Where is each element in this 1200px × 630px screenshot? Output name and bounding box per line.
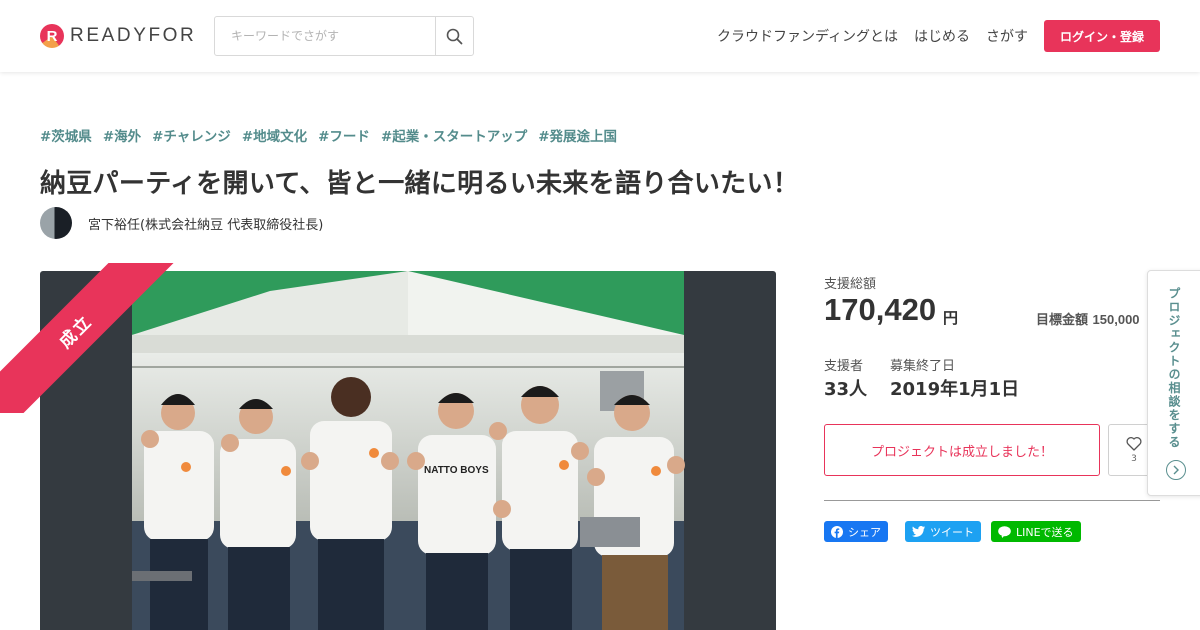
goal-amount: 目標金額 150,000 (1036, 309, 1140, 328)
project-title: 納豆パーティを開いて、皆と一緒に明るい未来を語り合いたい！ (40, 169, 800, 199)
supporters-label: 支援者 (824, 359, 864, 374)
tag-link[interactable]: #フード (318, 125, 370, 145)
shirt-text: NATTO BOYS (424, 465, 489, 476)
twitter-icon (912, 526, 925, 537)
favorite-count: 3 (1131, 454, 1137, 464)
owner-name: 宮下裕任(株式会社納豆 代表取締役社長) (88, 217, 324, 233)
heart-icon (1126, 436, 1142, 451)
search-input[interactable] (215, 17, 435, 55)
site-header: R READYFOR クラウドファンディングとは はじめる さがす ログイン・登… (0, 0, 1200, 72)
end-date-value: 2019年1月1日 (890, 379, 1020, 400)
supporters-value: 33人 (824, 379, 868, 400)
share-line-label: LINEで送る (1016, 525, 1074, 539)
goal-amount-label: 目標金額 (1036, 313, 1089, 328)
nav-start[interactable]: はじめる (914, 26, 970, 46)
total-amount-label: 支援総額 (824, 277, 877, 292)
tag-link[interactable]: #発展途上国 (538, 125, 617, 145)
nav-search[interactable]: さがす (986, 26, 1028, 46)
tag-link[interactable]: #地域文化 (242, 125, 307, 145)
total-amount-value: 170,420 (824, 292, 937, 327)
logo[interactable]: R READYFOR (40, 24, 196, 48)
tag-link[interactable]: #起業・スタートアップ (381, 125, 527, 145)
tag-link[interactable]: #茨城県 (40, 125, 92, 145)
goal-amount-value: 150,000 (1092, 312, 1140, 327)
facebook-icon (831, 525, 843, 538)
consult-side-tab[interactable]: プロジェクトの相談をする (1147, 270, 1200, 496)
search-button[interactable] (435, 17, 473, 55)
end-date-label: 募集終了日 (890, 359, 956, 374)
status-ribbon: 成立 (0, 263, 178, 413)
project-success-button[interactable]: プロジェクトは成立しました！ (824, 424, 1100, 476)
project-owner[interactable]: 宮下裕任(株式会社納豆 代表取締役社長) (40, 207, 323, 239)
logo-text: READYFOR (70, 25, 197, 46)
chevron-right-icon (1166, 460, 1186, 480)
nav-about[interactable]: クラウドファンディングとは (717, 26, 898, 46)
line-icon (998, 525, 1011, 538)
divider (824, 500, 1160, 501)
share-facebook-button[interactable]: シェア (824, 521, 888, 542)
logo-mark-icon: R (40, 24, 64, 48)
owner-avatar (40, 207, 72, 239)
total-amount-unit: 円 (943, 309, 959, 327)
tag-link[interactable]: #海外 (103, 125, 141, 145)
search-icon (446, 28, 463, 44)
share-line-button[interactable]: LINEで送る (991, 521, 1081, 542)
status-ribbon-label: 成立 (0, 263, 178, 413)
search-box (214, 16, 474, 56)
login-register-button[interactable]: ログイン・登録 (1044, 20, 1160, 52)
share-twitter-button[interactable]: ツイート (905, 521, 981, 542)
share-facebook-label: シェア (848, 525, 881, 539)
tag-link[interactable]: #チャレンジ (152, 125, 231, 145)
tag-list: #茨城県 #海外 #チャレンジ #地域文化 #フード #起業・スタートアップ #… (40, 125, 628, 145)
consult-side-tab-label: プロジェクトの相談をする (1167, 287, 1181, 449)
share-twitter-label: ツイート (930, 525, 974, 539)
